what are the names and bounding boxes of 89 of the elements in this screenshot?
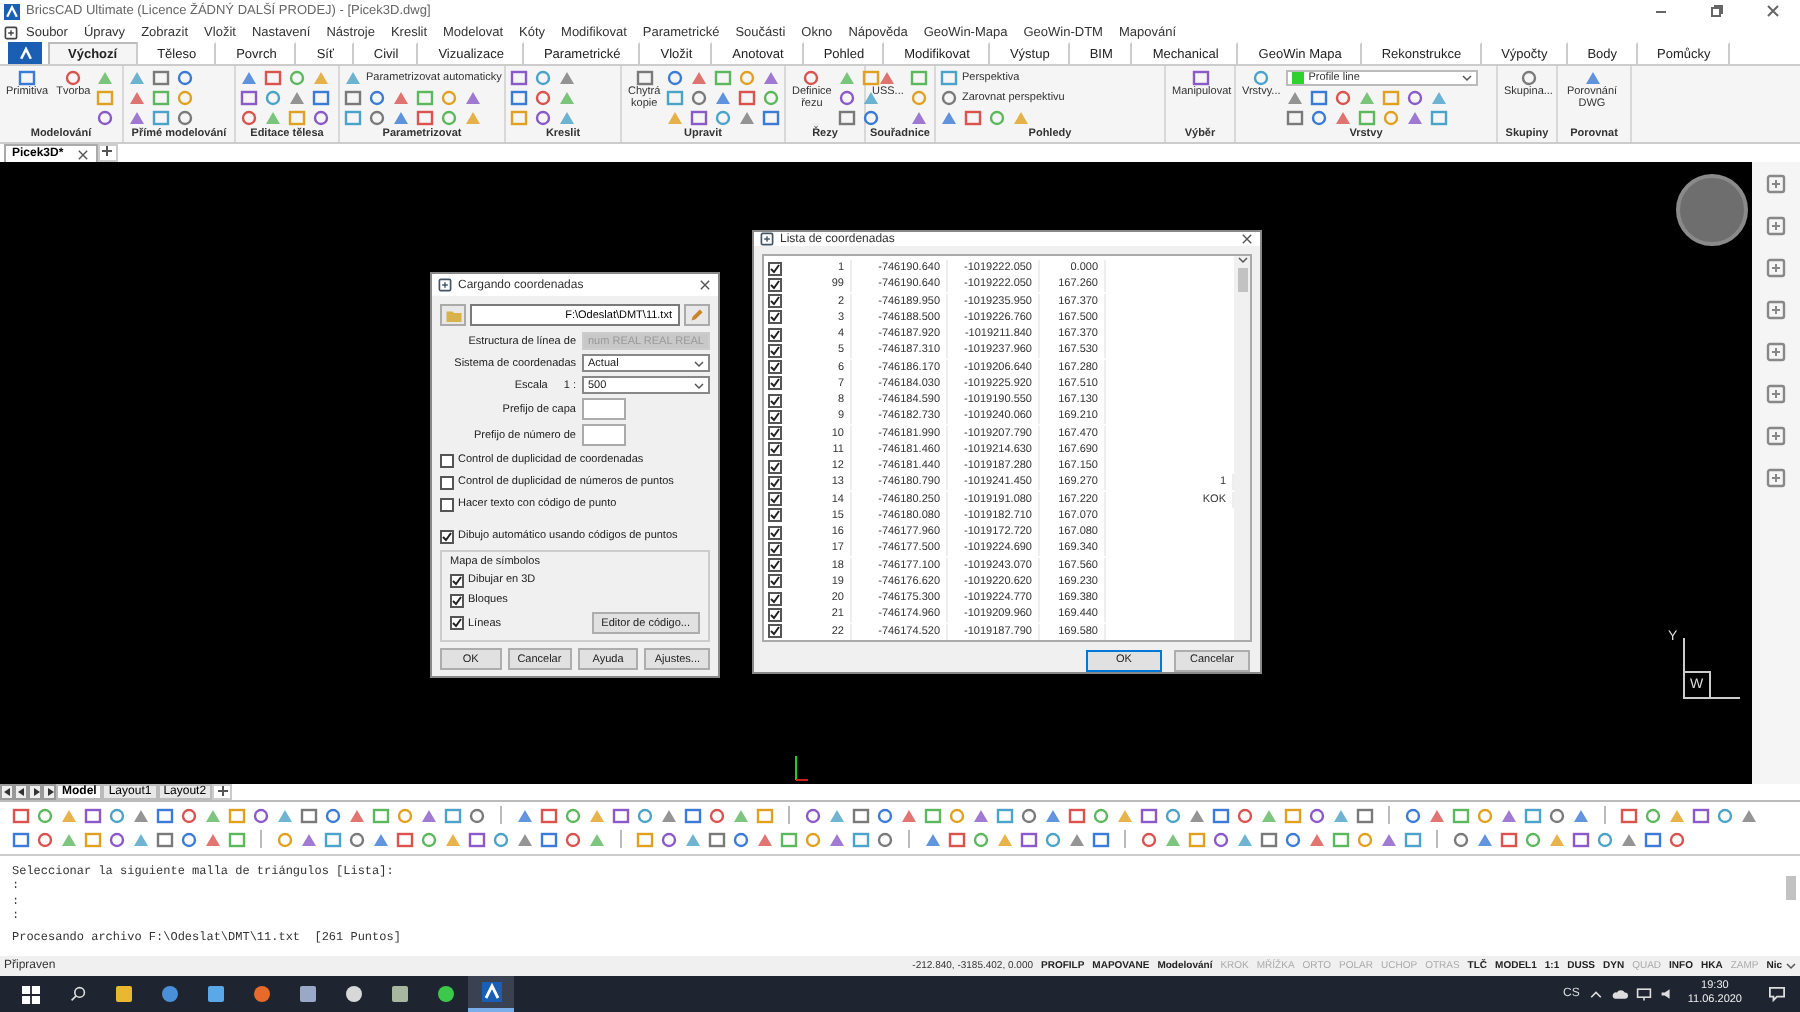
checkbox[interactable] [768,261,782,276]
tool-icon[interactable] [18,70,37,86]
checkbox[interactable] [768,558,782,573]
close-icon [1765,4,1779,18]
app-icon [438,278,452,292]
checkbox[interactable] [768,591,782,606]
app-icon [251,984,271,1004]
caret-icon [1462,74,1473,82]
new-layout-button[interactable] [212,784,233,800]
checkbox[interactable] [768,327,782,342]
scrollbar[interactable] [1234,256,1250,640]
search-icon [69,986,85,1002]
app-icon [205,984,225,1004]
tool-icon[interactable] [1583,70,1601,86]
close-icon[interactable] [1240,232,1254,246]
edit-button[interactable] [684,304,710,326]
tool-icon[interactable] [1519,70,1538,86]
app-icon [297,984,317,1004]
checkbox[interactable] [450,616,464,630]
side-tool-icon[interactable] [1766,342,1786,362]
pencil-icon [690,308,704,322]
windows-logo-icon [22,985,40,1003]
chevron-up-icon[interactable] [1587,986,1604,1002]
app-icon [389,984,409,1004]
folder-icon [445,309,461,321]
app-icon [343,984,363,1004]
color-swatch-icon [1292,72,1305,84]
app-icon [113,984,133,1004]
tool-icon[interactable] [1192,70,1211,86]
navigation-wheel[interactable] [1676,174,1748,246]
input-field[interactable] [582,398,626,420]
side-tool-icon[interactable] [1766,300,1786,320]
checkbox[interactable] [768,607,782,622]
checkbox[interactable] [768,426,782,441]
checkbox[interactable] [768,376,782,391]
speaker-icon[interactable] [1659,986,1676,1002]
caret-icon [694,381,704,389]
side-tool-icon[interactable] [1766,468,1786,488]
checkbox[interactable] [450,573,464,587]
checkbox[interactable] [768,574,782,589]
checkbox[interactable] [450,593,464,607]
checkbox[interactable] [768,393,782,408]
checkbox[interactable] [768,360,782,375]
checkbox[interactable] [440,453,454,467]
taskbar-app-button[interactable] [468,976,514,1012]
caret-icon [1237,256,1247,264]
side-tool-icon[interactable] [1766,426,1786,446]
tab-navigation-button[interactable] [28,784,42,800]
app-icon [760,232,774,246]
app-menu-button[interactable] [8,42,42,64]
close-icon[interactable] [75,147,90,161]
caret-icon [694,359,704,367]
tab-navigation-button[interactable] [14,784,28,800]
new-tab-button[interactable] [97,144,118,162]
app-logo-icon [481,982,501,1002]
app-icon [435,984,455,1004]
plus-icon [102,146,113,156]
checkbox[interactable] [768,442,782,457]
network-icon[interactable] [1635,986,1652,1002]
close-icon[interactable] [698,278,712,292]
checkbox[interactable] [768,475,782,490]
app-logo-icon [17,45,33,61]
checkbox[interactable] [768,277,782,292]
checkbox[interactable] [768,508,782,523]
checkbox[interactable] [768,459,782,474]
checkbox[interactable] [768,541,782,556]
checkbox[interactable] [768,492,782,507]
checkbox[interactable] [768,310,782,325]
side-tool-icon[interactable] [1766,258,1786,278]
side-tool-icon[interactable] [1766,216,1786,236]
checkbox[interactable] [440,497,454,511]
checkbox[interactable] [768,409,782,424]
checkbox[interactable] [768,294,782,309]
caret-icon [1786,962,1796,970]
checkbox[interactable] [768,525,782,540]
checkbox[interactable] [440,529,454,543]
checkbox[interactable] [768,624,782,639]
drawing-canvas[interactable] [0,162,1752,784]
checkbox[interactable] [440,475,454,489]
chat-icon [1768,986,1786,1002]
checkbox[interactable] [768,343,782,358]
side-tool-icon[interactable] [1766,384,1786,404]
open-folder-button[interactable] [440,304,466,326]
app-icon [159,984,179,1004]
plus-icon [217,786,228,796]
restore-icon [1709,4,1723,18]
cloud-icon[interactable] [1611,986,1628,1002]
input-field[interactable] [582,424,626,446]
side-tool-icon[interactable] [1766,174,1786,194]
